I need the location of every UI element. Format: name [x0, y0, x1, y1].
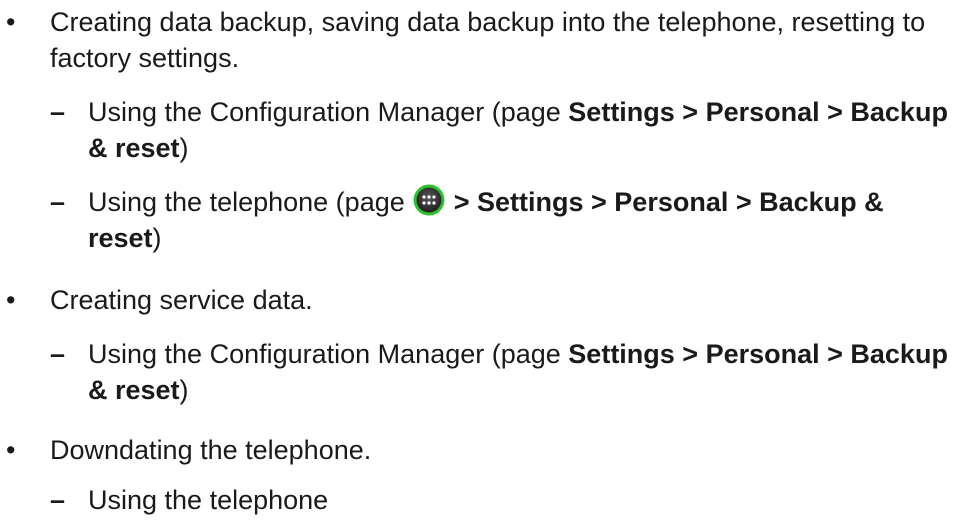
sub-list-item-text: Using the Configuration Manager (page Se… — [88, 94, 956, 166]
dash: – — [50, 485, 66, 515]
sub-item-text-post: ) — [179, 375, 189, 405]
sub-item-text-pre: Using the Configuration Manager (page — [88, 339, 569, 369]
bullet: • — [6, 7, 16, 37]
sub-item-text-post: ) — [152, 223, 162, 253]
sub-item-text-pre: Using the Configuration Manager (page — [88, 97, 569, 127]
list-item-text: Creating service data. — [50, 285, 313, 315]
list-item-text: Downdating the telephone. — [50, 435, 372, 465]
sub-item-text-pre: Using the telephone (page — [88, 187, 413, 217]
document-page: • Creating data backup, saving data back… — [0, 0, 966, 524]
dash: – — [50, 187, 66, 217]
dash: – — [50, 339, 66, 369]
list-item-text: Creating data backup, saving data backup… — [50, 7, 926, 73]
sub-list-item-text: Using the telephone — [88, 485, 329, 515]
sub-item-text-post: ) — [179, 133, 189, 163]
bullet: • — [6, 435, 16, 465]
apps-grid-icon — [413, 184, 445, 216]
bullet: • — [6, 285, 16, 315]
sub-list-item-text: Using the telephone (page > Settings > P… — [88, 184, 956, 256]
dash: – — [50, 97, 66, 127]
sub-list-item-text: Using the Configuration Manager (page Se… — [88, 336, 956, 408]
